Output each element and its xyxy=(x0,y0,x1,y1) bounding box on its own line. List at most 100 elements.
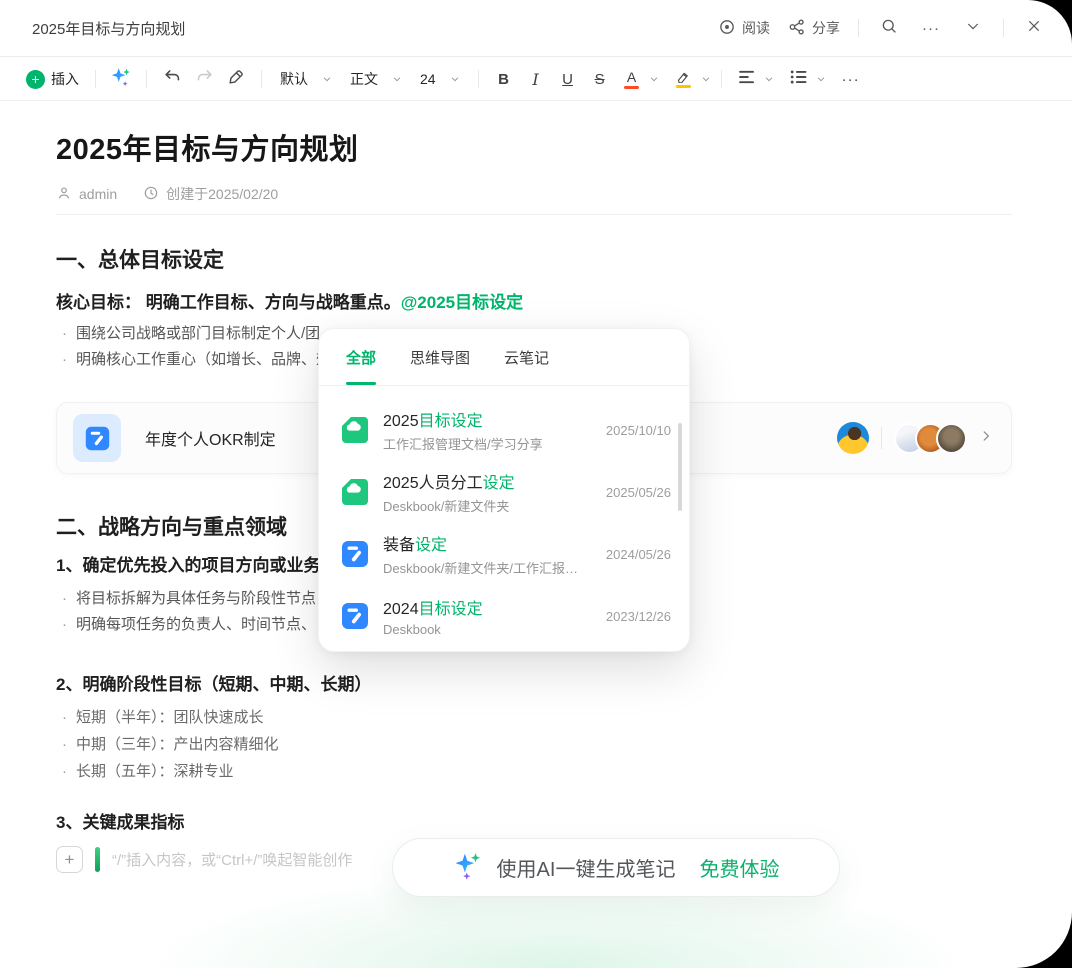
more-options-button[interactable]: ··· xyxy=(919,16,943,40)
chevron-down-icon xyxy=(965,18,981,39)
underline-button[interactable]: U xyxy=(553,64,583,94)
chevron-down-icon[interactable] xyxy=(701,74,711,84)
topbar-divider xyxy=(1003,19,1004,37)
result-item[interactable]: 2025人员分工设定 Deskbook/新建文件夹 2025/05/26 xyxy=(340,461,671,523)
section-2-3-heading: 3、关键成果指标 xyxy=(56,808,184,833)
window-title: 2025年目标与方向规划 xyxy=(32,18,185,39)
ai-sparkle-icon xyxy=(110,66,132,93)
result-item[interactable]: 装备设定 Deskbook/新建文件夹/工作汇报… 2024/05/26 xyxy=(340,523,671,585)
bullet-list-icon xyxy=(790,70,808,89)
highlight-button[interactable] xyxy=(669,64,699,94)
ai-banner[interactable]: 使用AI一键生成笔记 免费体验 xyxy=(392,838,840,897)
align-button[interactable] xyxy=(732,64,762,94)
clock-icon xyxy=(143,185,159,204)
tab-cloud-note[interactable]: 云笔记 xyxy=(504,329,549,385)
person-icon xyxy=(56,185,72,204)
list-item: ·短期（半年）：团队快速成长 xyxy=(62,706,264,727)
divider xyxy=(56,214,1012,215)
share-button[interactable]: 分享 xyxy=(788,18,840,39)
style-select[interactable]: 默认 xyxy=(272,64,340,94)
italic-button[interactable]: I xyxy=(521,64,551,94)
avatar xyxy=(837,422,869,454)
avatar-group xyxy=(894,423,967,454)
editor-toolbar: + 插入 默认 正文 24 B I U xyxy=(0,58,1072,101)
strikethrough-button[interactable]: S xyxy=(585,64,615,94)
free-trial-link[interactable]: 免费体验 xyxy=(699,853,779,882)
ai-sparkle-icon xyxy=(453,850,483,885)
search-icon xyxy=(880,17,898,40)
toolbar-more-button[interactable]: ··· xyxy=(836,64,866,94)
doc-note-tile xyxy=(73,414,121,462)
chevron-down-icon xyxy=(392,74,402,84)
paragraph-select[interactable]: 正文 xyxy=(342,64,410,94)
chevron-down-icon[interactable] xyxy=(649,74,659,84)
list-item: ·中期（三年）：产出内容精细化 xyxy=(62,733,279,754)
search-button[interactable] xyxy=(877,16,901,40)
redo-icon xyxy=(195,67,214,91)
document-meta: admin 创建于2025/02/20 xyxy=(56,184,278,204)
share-label: 分享 xyxy=(812,18,840,38)
toolbar-divider xyxy=(146,70,147,88)
toolbar-divider xyxy=(478,70,479,88)
result-date: 2025/05/26 xyxy=(596,485,671,500)
undo-button[interactable] xyxy=(157,64,187,94)
close-button[interactable] xyxy=(1022,16,1046,40)
author-name: admin xyxy=(79,186,117,202)
document-title: 2025年目标与方向规划 xyxy=(56,126,359,168)
editor-placeholder[interactable]: “/”插入内容，或“Ctrl+/”唤起智能创作 xyxy=(112,849,352,870)
chevron-right-icon[interactable] xyxy=(979,429,993,448)
popup-result-list: 2025目标设定 工作汇报管理文档/学习分享 2025/10/10 2025人员… xyxy=(319,386,689,647)
result-item[interactable]: 2024目标设定 Deskbook 2023/12/26 xyxy=(340,585,671,647)
core-goal-text: 明确工作目标、方向与战略重点。 xyxy=(141,293,401,312)
section-1-heading: 一、总体目标设定 xyxy=(56,244,224,274)
popup-scrollbar[interactable] xyxy=(678,423,682,511)
format-painter-button[interactable] xyxy=(221,64,251,94)
font-color-button[interactable]: A xyxy=(617,64,647,94)
list-item: ·明确每项任务的负责人、时间节点、 xyxy=(62,613,316,634)
result-item[interactable]: 2025目标设定 工作汇报管理文档/学习分享 2025/10/10 xyxy=(340,399,671,461)
result-path: Deskbook xyxy=(383,622,483,637)
highlighter-icon xyxy=(672,70,695,88)
section-2-2-heading: 2、明确阶段性目标（短期、中期、长期） xyxy=(56,670,371,695)
okr-card-title: 年度个人OKR制定 xyxy=(145,426,276,450)
add-block-button[interactable]: + xyxy=(56,846,83,873)
bold-button[interactable]: B xyxy=(489,64,519,94)
close-icon xyxy=(1026,18,1042,39)
mention-search-popup: 全部 思维导图 云笔记 2025目标设定 工作汇报管理文档/学习分享 2025/… xyxy=(318,328,690,652)
list-item: ·将目标拆解为具体任务与阶段性节点 xyxy=(62,587,316,608)
chevron-down-icon[interactable] xyxy=(816,74,826,84)
ai-banner-text: 使用AI一键生成笔记 xyxy=(497,853,676,882)
toolbar-divider xyxy=(95,70,96,88)
style-select-value: 默认 xyxy=(280,69,308,89)
font-size-select[interactable]: 24 xyxy=(412,64,468,94)
core-goal-line: 核心目标： 明确工作目标、方向与战略重点。@2025目标设定 xyxy=(56,288,523,313)
toolbar-divider xyxy=(721,70,722,88)
active-tab-underline xyxy=(346,382,376,385)
toolbar-divider xyxy=(261,70,262,88)
cloud-note-icon xyxy=(340,415,370,445)
plus-circle-icon: + xyxy=(26,70,45,89)
result-path: 工作汇报管理文档/学习分享 xyxy=(383,434,543,453)
tab-all[interactable]: 全部 xyxy=(346,329,376,385)
editor-empty-line: + “/”插入内容，或“Ctrl+/”唤起智能创作 xyxy=(56,846,352,873)
insert-label: 插入 xyxy=(51,69,79,89)
created-date: 创建于2025/02/20 xyxy=(166,184,278,204)
tab-mindmap[interactable]: 思维导图 xyxy=(410,329,470,385)
redo-button[interactable] xyxy=(189,64,219,94)
list-item: ·明确核心工作重心（如增长、品牌、效 xyxy=(62,348,331,369)
mention-link[interactable]: @2025目标设定 xyxy=(401,293,523,312)
doc-note-icon xyxy=(340,539,370,569)
list-button[interactable] xyxy=(784,64,814,94)
insert-button[interactable]: + 插入 xyxy=(20,64,85,94)
result-date: 2024/05/26 xyxy=(596,547,671,562)
popup-tabs: 全部 思维导图 云笔记 xyxy=(319,329,689,386)
ai-assistant-button[interactable] xyxy=(106,64,136,94)
result-path: Deskbook/新建文件夹 xyxy=(383,496,515,515)
chevron-down-icon[interactable] xyxy=(764,74,774,84)
avatar xyxy=(936,423,967,454)
read-mode-button[interactable]: 阅读 xyxy=(718,18,770,39)
align-left-icon xyxy=(738,70,756,89)
text-cursor xyxy=(95,847,100,872)
created-meta: 创建于2025/02/20 xyxy=(143,184,278,204)
collapse-button[interactable] xyxy=(961,16,985,40)
